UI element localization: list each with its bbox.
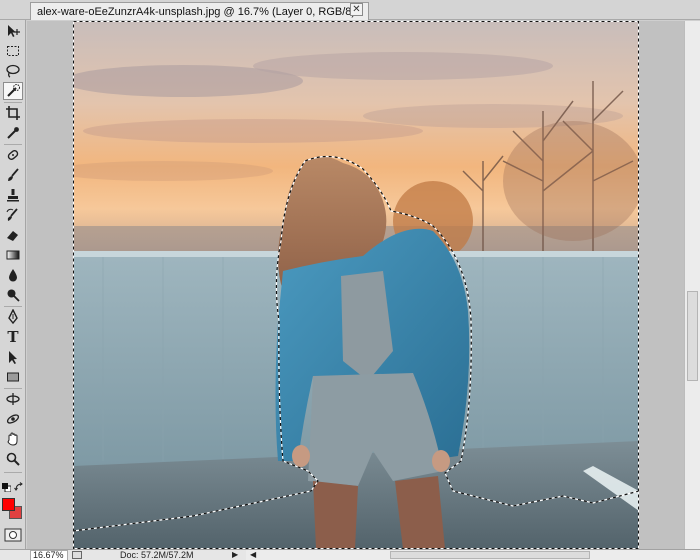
eyedropper-icon[interactable] (3, 124, 23, 142)
tool-separator (4, 388, 22, 389)
close-tab-icon[interactable]: ✕ (350, 3, 363, 16)
gradient-icon[interactable] (3, 246, 23, 264)
pen-icon[interactable] (3, 308, 23, 326)
document-tab[interactable]: alex-ware-oEeZunzrA4k-unsplash.jpg @ 16.… (30, 2, 370, 20)
tool-separator (4, 144, 22, 145)
3d-rotate-icon[interactable] (3, 390, 23, 408)
document-tab-title: alex-ware-oEeZunzrA4k-unsplash.jpg @ 16.… (37, 5, 363, 18)
vertical-scrollbar[interactable] (684, 21, 700, 549)
spot-healing-brush-icon[interactable] (3, 146, 23, 164)
eraser-icon[interactable] (3, 226, 23, 244)
photo-canvas[interactable] (73, 21, 639, 549)
rectangle-shape-icon[interactable] (3, 368, 23, 386)
3d-orbit-icon[interactable] (3, 410, 23, 428)
tool-separator (4, 102, 22, 103)
swap-colors-icon[interactable] (14, 482, 24, 492)
blur-icon[interactable] (3, 266, 23, 284)
quick-selection-icon[interactable] (3, 82, 23, 100)
document-tab-bar: alex-ware-oEeZunzrA4k-unsplash.jpg @ 16.… (0, 0, 700, 20)
document-size-info: Doc: 57.2M/57.2M (120, 550, 194, 560)
brush-icon[interactable] (3, 166, 23, 184)
quick-mask-icon[interactable] (4, 528, 22, 542)
vertical-scroll-thumb[interactable] (687, 291, 698, 381)
canvas-area[interactable] (27, 21, 684, 549)
tool-separator (4, 472, 22, 473)
status-bar: 16.67% Doc: 57.2M/57.2M ▶ ◀ (0, 549, 700, 560)
dodge-icon[interactable] (3, 286, 23, 304)
crop-icon[interactable] (3, 104, 23, 122)
type-icon-glyph: T (7, 328, 19, 346)
move-tool-icon[interactable] (3, 22, 23, 40)
type-icon[interactable]: T (3, 328, 23, 346)
tool-separator (4, 306, 22, 307)
zoom-icon[interactable] (3, 450, 23, 468)
tools-panel: T (0, 20, 26, 550)
scroll-left-icon[interactable]: ◀ (250, 550, 256, 560)
status-menu-arrow-icon[interactable]: ▶ (232, 550, 238, 560)
status-info-icon[interactable] (72, 551, 82, 559)
rectangular-marquee-icon[interactable] (3, 42, 23, 60)
default-colors-icon[interactable] (2, 483, 11, 492)
photoshop-window: alex-ware-oEeZunzrA4k-unsplash.jpg @ 16.… (0, 0, 700, 560)
hand-icon[interactable] (3, 430, 23, 448)
zoom-level-field[interactable]: 16.67% (30, 550, 68, 560)
history-brush-icon[interactable] (3, 206, 23, 224)
foreground-color-swatch[interactable] (2, 498, 15, 511)
clone-stamp-icon[interactable] (3, 186, 23, 204)
lasso-icon[interactable] (3, 62, 23, 80)
horizontal-scroll-thumb[interactable] (390, 551, 590, 559)
path-selection-icon[interactable] (3, 348, 23, 366)
